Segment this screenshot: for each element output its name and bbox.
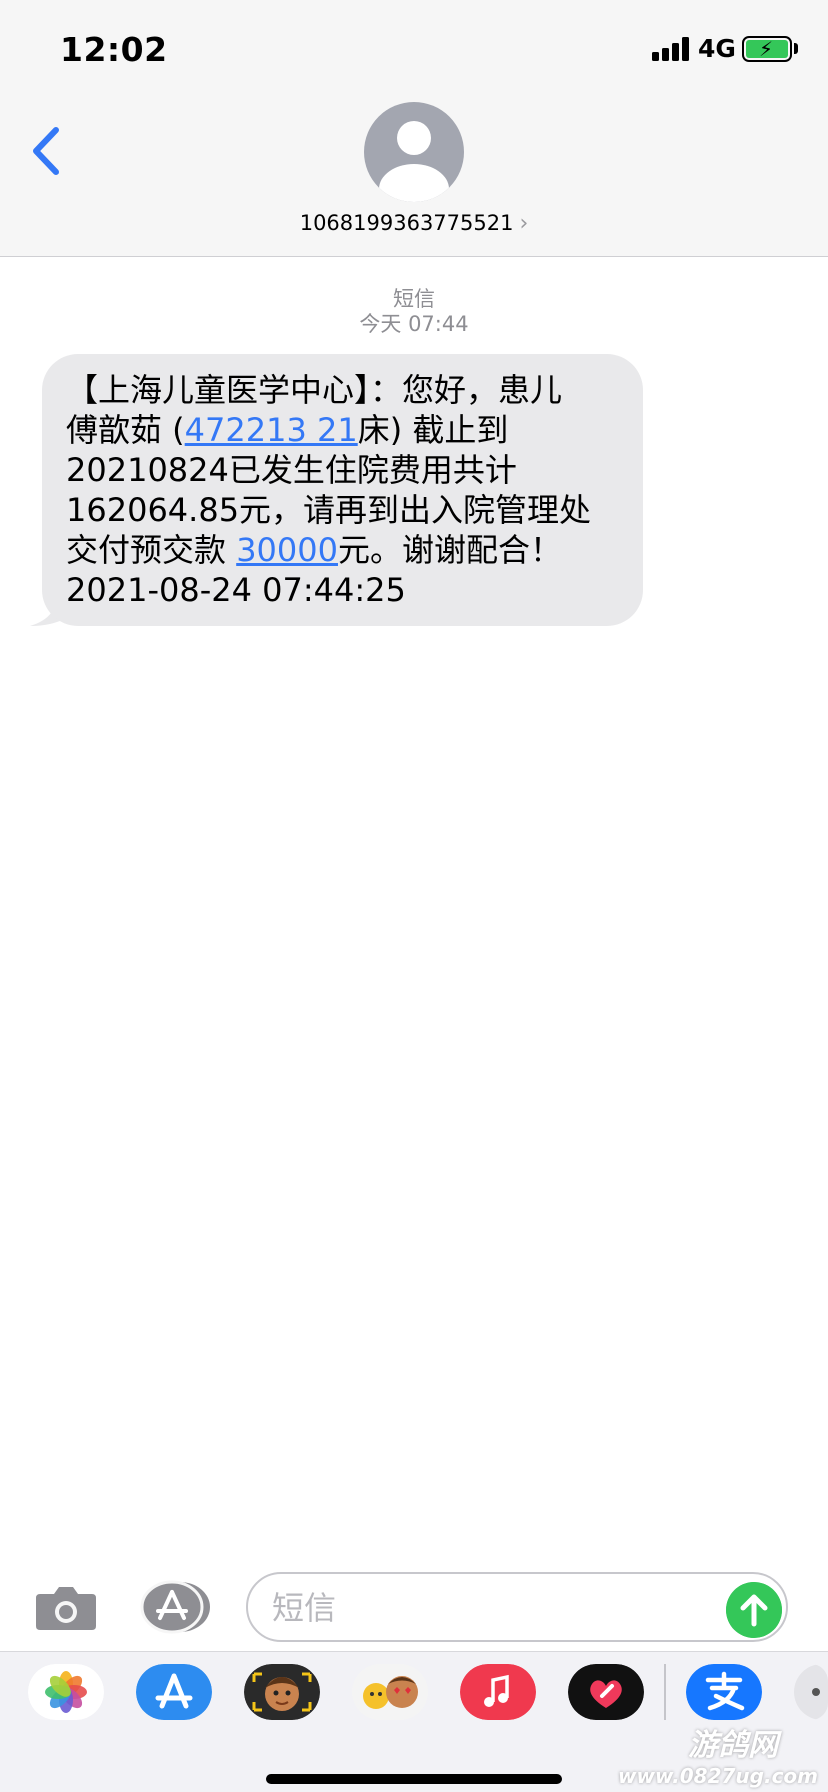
animoji-app-icon[interactable] bbox=[352, 1664, 428, 1720]
watermark-url: www.0827ug.com bbox=[618, 1764, 818, 1788]
digital-touch-app-icon[interactable] bbox=[568, 1664, 644, 1720]
message-line: 2021-08-24 07:44:25 bbox=[66, 571, 406, 609]
bed-number-link[interactable]: 472213 21 bbox=[185, 411, 358, 449]
music-app-icon[interactable] bbox=[460, 1664, 536, 1720]
photos-app-icon[interactable] bbox=[28, 1664, 104, 1720]
app-drawer: 游鸽网 www.0827ug.com bbox=[0, 1651, 828, 1792]
message-input[interactable] bbox=[272, 1584, 692, 1632]
memoji-app-icon[interactable] bbox=[244, 1664, 320, 1720]
message-timestamp: 今天 07:44 bbox=[359, 312, 469, 336]
charging-bolt-icon: ⚡ bbox=[759, 37, 774, 61]
alipay-app-icon[interactable] bbox=[686, 1664, 762, 1720]
message-text: 元。谢谢配合！ bbox=[337, 531, 562, 569]
contact-avatar[interactable] bbox=[364, 102, 464, 202]
app-store-app-icon[interactable] bbox=[136, 1664, 212, 1720]
message-line: 162064.85元，请再到出入院管理处 bbox=[66, 491, 592, 529]
status-time: 12:02 bbox=[60, 30, 168, 69]
contact-number: 1068199363775521 bbox=[299, 211, 514, 235]
message-input-field[interactable] bbox=[246, 1572, 788, 1642]
app-store-icon[interactable] bbox=[140, 1580, 212, 1634]
conversation-header: 12:02 4G ⚡ 1068199363775521 › bbox=[0, 0, 828, 257]
message-text: 傅歆茹 ( bbox=[66, 411, 185, 449]
message-line: 傅歆茹 (472213 21床) 截止到 bbox=[66, 410, 623, 450]
chevron-right-icon: › bbox=[519, 211, 529, 236]
message-bubble[interactable]: 【上海儿童医学中心】：您好，患儿 傅歆茹 (472213 21床) 截止到 20… bbox=[42, 354, 643, 626]
message-line: 交付预交款 30000元。谢谢配合！ bbox=[66, 530, 623, 570]
message-line: 20210824已发生住院费用共计 bbox=[66, 451, 517, 489]
battery-tip bbox=[794, 43, 798, 54]
battery-icon: ⚡ bbox=[742, 36, 792, 62]
camera-icon[interactable] bbox=[34, 1584, 98, 1632]
amount-link[interactable]: 30000 bbox=[236, 531, 338, 569]
network-type: 4G bbox=[698, 34, 736, 63]
more-apps-icon[interactable] bbox=[794, 1664, 828, 1720]
avatar-body bbox=[379, 164, 449, 202]
message-line: 【上海儿童医学中心】：您好，患儿 bbox=[66, 371, 563, 409]
watermark-name: 游鸽网 bbox=[688, 1728, 778, 1763]
send-button[interactable] bbox=[726, 1582, 782, 1638]
dock-divider bbox=[664, 1664, 666, 1720]
message-text: 交付预交款 bbox=[66, 531, 237, 569]
cellular-signal-icon bbox=[652, 37, 692, 61]
avatar-head bbox=[397, 121, 431, 155]
message-text: 床) 截止到 bbox=[357, 411, 509, 449]
home-indicator bbox=[266, 1774, 562, 1784]
back-chevron-icon[interactable] bbox=[26, 124, 66, 178]
watermark: 游鸽网 www.0827ug.com bbox=[618, 1720, 818, 1788]
contact-name[interactable]: 1068199363775521 › bbox=[0, 211, 828, 236]
